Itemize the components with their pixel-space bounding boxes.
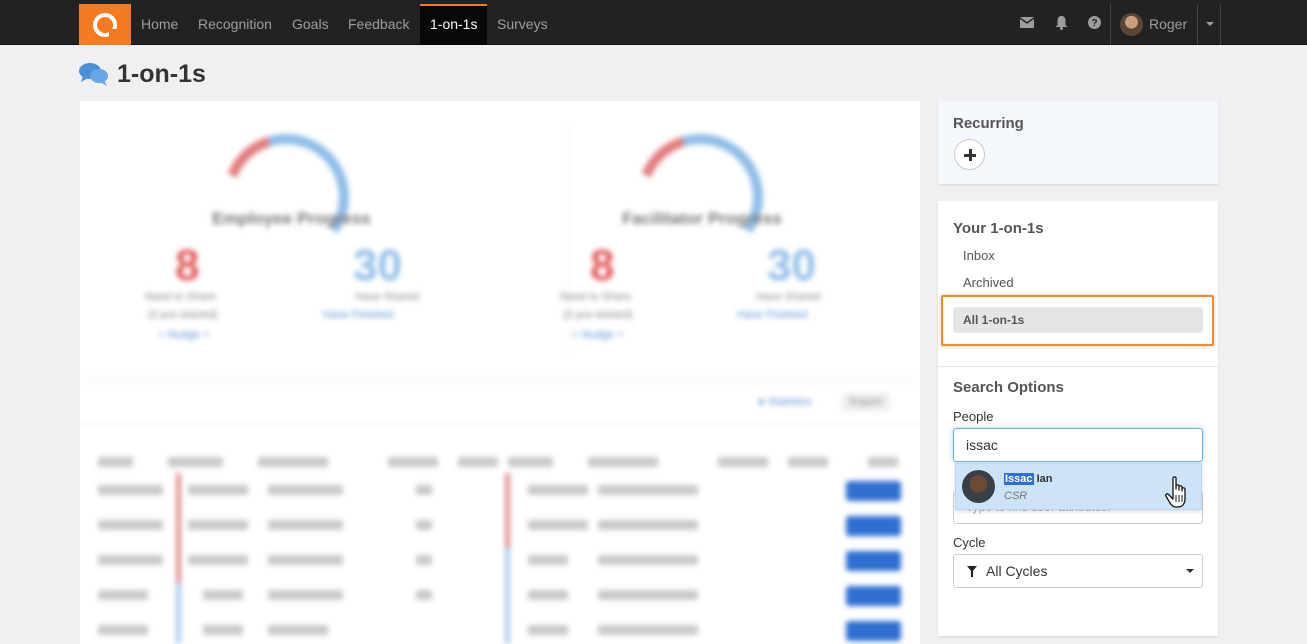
your-1on1s-title: Your 1-on-1s <box>953 220 1044 237</box>
search-options-title: Search Options <box>953 379 1064 396</box>
suggestion-name: Issac Ian <box>1004 473 1053 485</box>
dashboard-panel-blurred: Employee Progress 8 30 Need to Share (0 … <box>80 101 920 644</box>
filter-icon <box>967 566 977 577</box>
table-row <box>98 621 908 641</box>
recurring-title: Recurring <box>953 115 1024 132</box>
gauge-facilitator <box>627 124 773 270</box>
table-header <box>98 453 908 473</box>
cycle-value: All Cycles <box>986 563 1048 579</box>
gauge-employee <box>213 124 359 270</box>
avatar <box>1120 13 1143 36</box>
chevron-down-icon <box>1186 569 1194 573</box>
chat-bubbles-icon <box>79 63 108 86</box>
suggestion-name-match: Issac <box>1004 473 1034 485</box>
user-name: Roger <box>1149 16 1188 32</box>
help-icon[interactable]: ? <box>1088 16 1101 29</box>
people-search-input[interactable] <box>953 428 1203 462</box>
bell-icon[interactable] <box>1055 16 1068 30</box>
recurring-card: Recurring <box>938 101 1218 184</box>
nav-home[interactable]: Home <box>131 4 188 45</box>
envelope-icon[interactable] <box>1020 17 1034 28</box>
nav-surveys[interactable]: Surveys <box>487 4 558 45</box>
avatar <box>962 470 995 503</box>
add-recurring-button[interactable] <box>954 139 985 170</box>
user-menu[interactable]: Roger <box>1110 4 1221 45</box>
table-row <box>98 551 908 571</box>
blurred-number: 30 <box>353 241 402 290</box>
people-label: People <box>953 409 994 424</box>
svg-text:?: ? <box>1091 18 1097 29</box>
cycle-label: Cycle <box>953 535 986 550</box>
nav-goals[interactable]: Goals <box>282 4 339 45</box>
page-title: 1-on-1s <box>117 60 206 88</box>
blurred-title: Employee Progress <box>212 209 371 228</box>
hand-cursor-icon <box>1165 476 1186 508</box>
blurred-title: Facilitator Progress <box>622 209 782 228</box>
your-1on1s-card: Your 1-on-1s Inbox Archived All 1-on-1s … <box>938 201 1218 636</box>
table-row <box>98 481 908 501</box>
cycle-select[interactable]: All Cycles <box>953 554 1203 588</box>
sidebar-item-archived[interactable]: Archived <box>963 275 1014 290</box>
suggestion-role: CSR <box>1004 490 1028 502</box>
top-navbar: Home Recognition Goals Feedback 1-on-1s … <box>0 0 1307 45</box>
highlight-annotation <box>941 295 1214 346</box>
chevron-down-icon[interactable] <box>1197 4 1221 45</box>
blurred-number: 8 <box>175 241 200 290</box>
nav-recognition[interactable]: Recognition <box>188 4 282 45</box>
table-row <box>98 586 908 606</box>
sidebar-item-inbox[interactable]: Inbox <box>963 248 995 263</box>
app-logo[interactable] <box>79 4 131 45</box>
nav-feedback[interactable]: Feedback <box>338 4 419 45</box>
table-row <box>98 516 908 536</box>
suggestion-name-rest: Ian <box>1036 473 1053 485</box>
nav-1on1s[interactable]: 1-on-1s <box>420 4 487 45</box>
